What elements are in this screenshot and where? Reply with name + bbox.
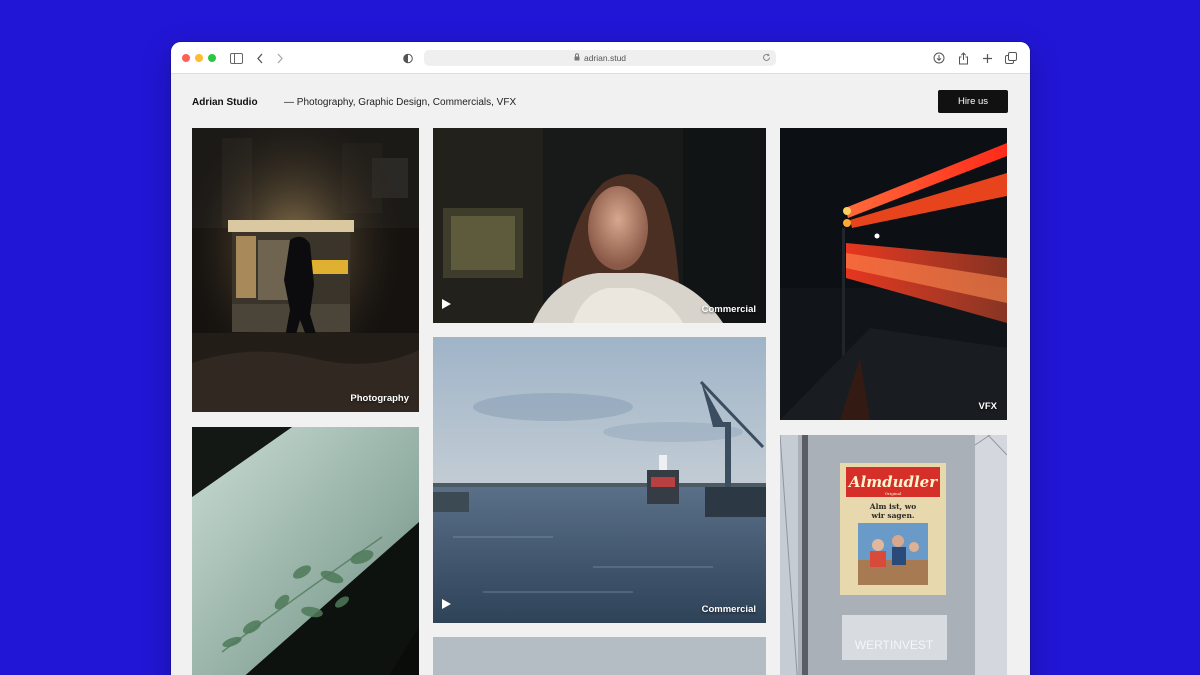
- page-content: Adrian Studio — Photography, Graphic Des…: [171, 75, 1030, 675]
- new-tab-icon[interactable]: [979, 50, 995, 66]
- tile-category-label: Commercial: [701, 304, 756, 315]
- privacy-shield-icon[interactable]: [400, 50, 416, 66]
- building-sign-text: WERTINVEST: [855, 638, 934, 652]
- gallery-tile-billboard[interactable]: Almdudler Original Alm ist, wo wir sagen…: [780, 435, 1007, 675]
- play-icon[interactable]: [442, 296, 451, 314]
- lock-icon: [574, 53, 580, 63]
- tile-category-label: Photography: [350, 393, 409, 404]
- gallery-tile-photography[interactable]: Photography: [192, 128, 419, 412]
- partial-photo: [433, 637, 766, 675]
- address-bar[interactable]: adrian.stud: [424, 50, 776, 66]
- url-text: adrian.stud: [583, 53, 627, 63]
- billboard-building-photo: Almdudler Original Alm ist, wo wir sagen…: [780, 435, 1007, 675]
- gallery-tile-partial[interactable]: [433, 637, 766, 675]
- tabs-overview-icon[interactable]: [1003, 50, 1019, 66]
- site-tagline: — Photography, Graphic Design, Commercia…: [284, 97, 517, 108]
- sidebar-icon[interactable]: [228, 50, 244, 66]
- minimize-window-button[interactable]: [195, 54, 203, 62]
- browser-toolbar: adrian.stud: [171, 42, 1030, 74]
- browser-window: adrian.stud Adrian Studio — Photography,…: [171, 42, 1030, 675]
- forward-icon[interactable]: [272, 50, 288, 66]
- billboard-slogan-line2: wir sagen.: [870, 511, 914, 520]
- billboard-brand-text: Almdudler: [847, 473, 938, 491]
- tile-category-label: VFX: [978, 401, 997, 412]
- reload-icon[interactable]: [762, 53, 771, 64]
- hire-us-button[interactable]: Hire us: [938, 90, 1008, 113]
- back-icon[interactable]: [252, 50, 268, 66]
- brand-name[interactable]: Adrian Studio: [192, 97, 258, 108]
- night-kiosk-photo: [192, 128, 419, 412]
- gallery-tile-commercial-harbor[interactable]: Commercial: [433, 337, 766, 623]
- close-window-button[interactable]: [182, 54, 190, 62]
- billboard-sub-text: Original: [885, 491, 902, 496]
- gallery-tile-commercial-portrait[interactable]: Commercial: [433, 128, 766, 323]
- gallery-tile-leaves[interactable]: [192, 427, 419, 675]
- leaves-shadow-photo: [192, 427, 419, 675]
- portrait-video-still: [433, 128, 766, 323]
- share-icon[interactable]: [955, 50, 971, 66]
- download-icon[interactable]: [931, 50, 947, 66]
- zoom-window-button[interactable]: [208, 54, 216, 62]
- light-trails-photo: [780, 128, 1007, 420]
- tile-category-label: Commercial: [701, 604, 756, 615]
- billboard-slogan-line1: Alm ist, wo: [869, 502, 916, 511]
- gallery-tile-vfx[interactable]: VFX: [780, 128, 1007, 420]
- play-icon[interactable]: [442, 596, 451, 614]
- harbor-video-still: [433, 337, 766, 623]
